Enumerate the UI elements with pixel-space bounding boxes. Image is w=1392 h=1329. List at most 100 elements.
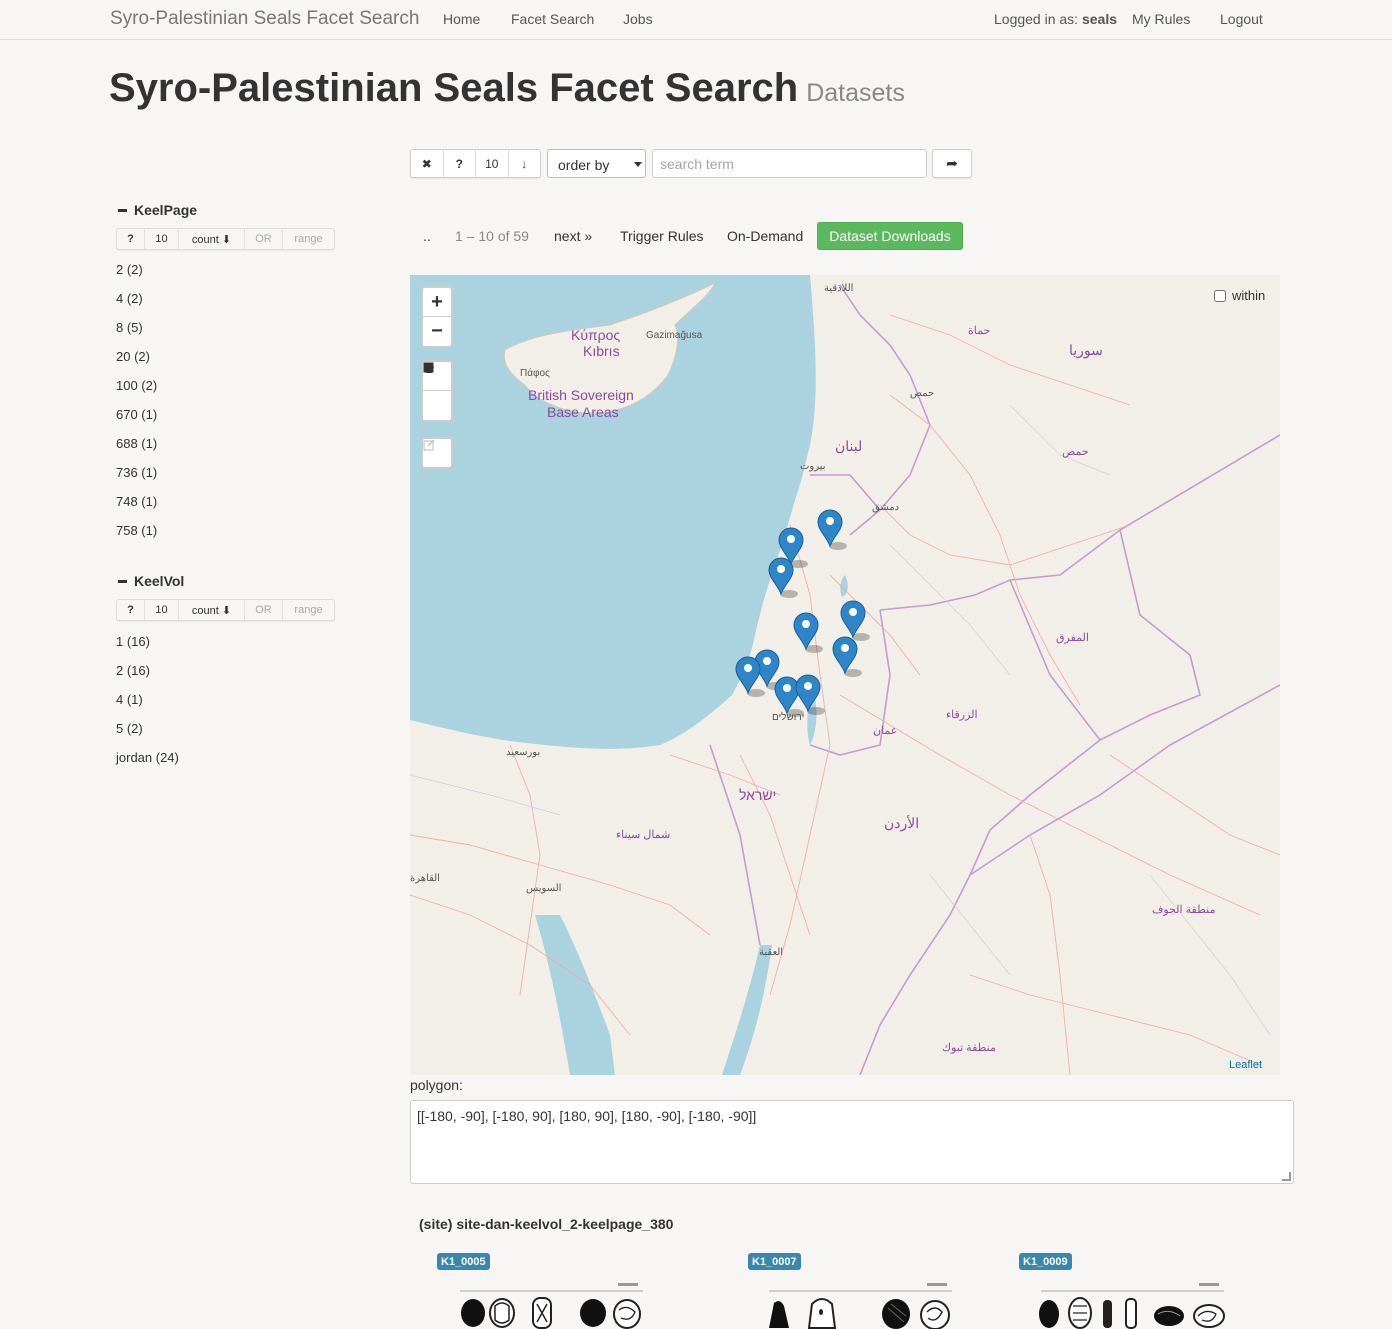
map-pin-icon[interactable] <box>795 674 821 713</box>
marker-dot <box>826 517 834 525</box>
map-label-sba1: British Sovereign <box>528 387 634 403</box>
zoom-control: + − <box>421 286 453 348</box>
facet-title-keelvol[interactable]: KeelVol <box>118 573 184 589</box>
sort-direction-icon[interactable]: ↓ <box>509 150 541 177</box>
facet-item[interactable]: 748 (1) <box>116 494 157 509</box>
map-pin-icon[interactable] <box>832 636 858 675</box>
result-thumbnail[interactable] <box>1036 1278 1226 1329</box>
on-demand-link[interactable]: On-Demand <box>727 228 803 244</box>
result-thumbnail[interactable] <box>764 1278 954 1329</box>
nav-my-rules[interactable]: My Rules <box>1132 11 1190 27</box>
clear-icon[interactable]: ✖ <box>411 150 444 177</box>
marker-dot <box>802 620 810 628</box>
facet-item[interactable]: 2 (16) <box>116 663 150 678</box>
map[interactable]: Κύπρος Kıbrıs Gazimağusa Πάφος British S… <box>410 275 1280 1075</box>
facet-sort-button[interactable]: count ⬇ <box>179 229 245 249</box>
facet-limit-button[interactable]: 10 <box>145 600 179 620</box>
within-checkbox[interactable] <box>1214 289 1226 302</box>
polygon-textarea[interactable]: [[-180, -90], [-180, 90], [180, 90], [18… <box>410 1100 1294 1184</box>
map-label-zarqa: الزرقاء <box>946 709 978 721</box>
facet-or-button[interactable]: OR <box>245 600 283 620</box>
facet-item[interactable]: 1 (16) <box>116 634 150 649</box>
zoom-in-button[interactable]: + <box>423 288 451 317</box>
go-button[interactable]: ➦ <box>932 149 972 178</box>
trigger-rules-link[interactable]: Trigger Rules <box>620 228 704 244</box>
nav-facet-search[interactable]: Facet Search <box>511 11 594 27</box>
order-by-value: order by <box>558 157 610 173</box>
nav-home[interactable]: Home <box>443 11 480 27</box>
facet-item[interactable]: 5 (2) <box>116 721 143 736</box>
parent-link[interactable]: .. <box>423 228 431 244</box>
facet-item[interactable]: 670 (1) <box>116 407 157 422</box>
map-pin-icon[interactable] <box>793 612 819 651</box>
nav-jobs[interactable]: Jobs <box>623 11 653 27</box>
map-label-hama: حماة <box>968 325 991 337</box>
result-thumbnail[interactable] <box>455 1278 645 1329</box>
leaflet-attribution[interactable]: Leaflet <box>1229 1059 1262 1071</box>
rectangle-icon <box>423 362 434 373</box>
result-badge[interactable]: K1_0009 <box>1019 1253 1072 1270</box>
logged-in-status: Logged in as: seals <box>994 11 1117 27</box>
facet-item[interactable]: 758 (1) <box>116 523 157 538</box>
facet-item[interactable]: 100 (2) <box>116 378 157 393</box>
facet-title-text: KeelVol <box>134 573 185 589</box>
facet-sort-button[interactable]: count ⬇ <box>179 600 245 620</box>
search-input[interactable] <box>652 149 927 178</box>
order-by-select[interactable]: order by <box>547 149 646 178</box>
map-pin-icon[interactable] <box>817 509 843 548</box>
marker-dot <box>849 608 857 616</box>
seal-drawing-image <box>769 1283 952 1329</box>
rows-button[interactable]: 10 <box>476 150 509 177</box>
result-title[interactable]: (site) site-dan-keelvol_2-keelpage_380 <box>419 1216 673 1232</box>
map-label-damascus: دمشق <box>872 502 900 513</box>
map-label-gazimagusa: Gazimağusa <box>646 330 703 341</box>
map-label-lebanon: لبنان <box>835 438 863 454</box>
map-label-syria: سوريا <box>1069 342 1103 358</box>
map-pin-icon[interactable] <box>840 600 866 639</box>
facet-help-button[interactable]: ? <box>117 600 145 620</box>
facet-item[interactable]: 4 (1) <box>116 692 143 707</box>
share-arrow-icon: ➦ <box>946 155 958 171</box>
logged-in-label: Logged in as: <box>994 11 1079 27</box>
facet-item[interactable]: 688 (1) <box>116 436 157 451</box>
facet-limit-button[interactable]: 10 <box>145 229 179 249</box>
result-badge[interactable]: K1_0005 <box>437 1253 490 1270</box>
map-label-pafos: Πάφος <box>520 368 550 379</box>
dataset-downloads-button[interactable]: Dataset Downloads <box>817 222 963 250</box>
result-badge[interactable]: K1_0007 <box>748 1253 801 1270</box>
next-page-link[interactable]: next » <box>554 228 592 244</box>
facet-title-keelpage[interactable]: KeelPage <box>118 202 197 218</box>
result-range: 1 – 10 of 59 <box>455 228 529 244</box>
collapse-icon <box>118 208 127 212</box>
facet-item[interactable]: 20 (2) <box>116 349 150 364</box>
edit-layers-button[interactable] <box>421 437 453 469</box>
map-pin-icon[interactable] <box>774 676 800 715</box>
search-controls: ✖ ? 10 ↓ <box>410 149 541 178</box>
within-toggle[interactable]: within <box>1214 288 1265 303</box>
facet-item[interactable]: 4 (2) <box>116 291 143 306</box>
facet-item[interactable]: jordan (24) <box>116 750 179 765</box>
facet-item[interactable]: 8 (5) <box>116 320 143 335</box>
facet-range-button[interactable]: range <box>283 229 334 249</box>
facet-item[interactable]: 736 (1) <box>116 465 157 480</box>
marker-dot <box>783 684 791 692</box>
map-pin-icon[interactable] <box>768 557 794 596</box>
facet-item[interactable]: 2 (2) <box>116 262 143 277</box>
help-button[interactable]: ? <box>444 150 476 177</box>
facet-range-button[interactable]: range <box>283 600 334 620</box>
facet-or-button[interactable]: OR <box>245 229 283 249</box>
map-label-tabuk: منطقة تبوك <box>942 1042 996 1054</box>
brand-link[interactable]: Syro-Palestinian Seals Facet Search <box>110 8 419 30</box>
map-label-latakia: اللاذقية <box>824 283 854 294</box>
zoom-out-button[interactable]: − <box>423 317 451 346</box>
chevron-down-icon <box>634 162 642 167</box>
within-label: within <box>1232 288 1266 303</box>
map-pin-icon[interactable] <box>735 656 761 695</box>
resize-grip-icon[interactable] <box>1282 1172 1291 1181</box>
facet-help-button[interactable]: ? <box>117 229 145 249</box>
map-label-israel: ישראל <box>739 787 777 803</box>
map-label-jerusalem: ירושלים <box>772 712 805 723</box>
nav-logout[interactable]: Logout <box>1220 11 1263 27</box>
facet-controls-keelpage: ? 10 count ⬇ OR range <box>116 228 335 250</box>
draw-rectangle-button[interactable] <box>423 362 451 420</box>
